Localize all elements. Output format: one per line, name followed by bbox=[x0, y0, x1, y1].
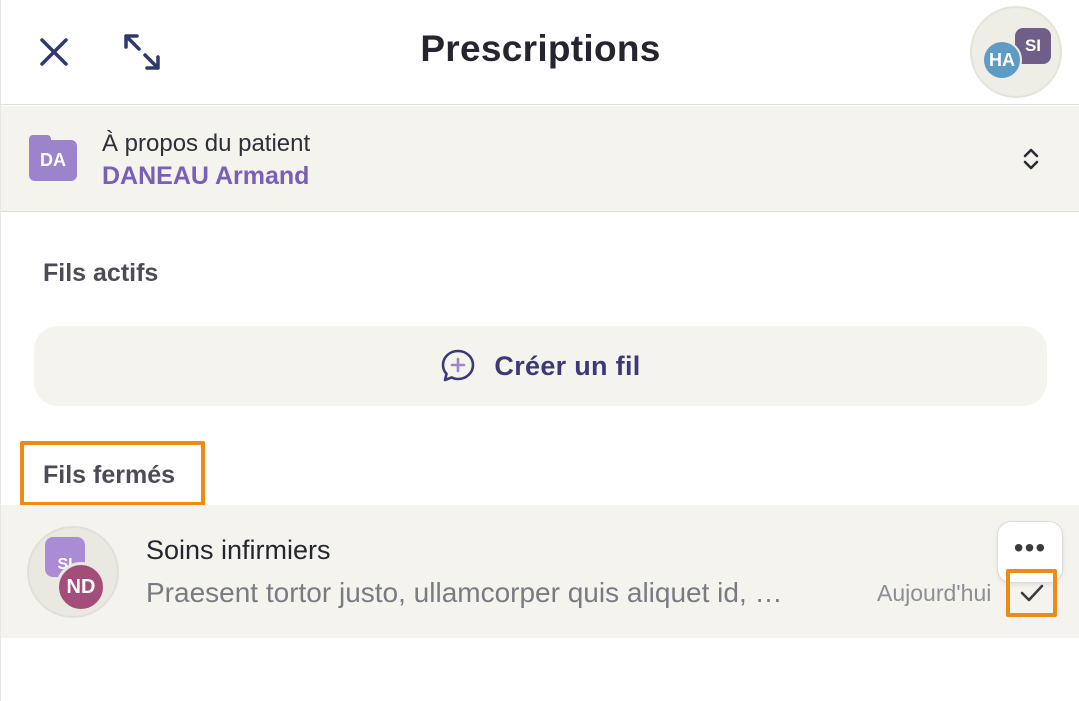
add-comment-icon bbox=[442, 349, 475, 382]
patient-caption: À propos du patient bbox=[102, 130, 311, 157]
thread-row[interactable] bbox=[1, 505, 1079, 638]
thread-title: Soins infirmiers bbox=[146, 535, 331, 565]
prescriptions-panel: Prescriptions SI HA DA À propos du patie… bbox=[0, 0, 1079, 701]
patient-name: DANEAU Armand bbox=[102, 162, 310, 190]
more-options-icon: ••• bbox=[1013, 532, 1047, 563]
thread-avatar-group: SI ND bbox=[27, 526, 119, 618]
create-thread-button[interactable]: Créer un fil bbox=[34, 326, 1047, 406]
active-threads-heading: Fils actifs bbox=[43, 259, 159, 287]
patient-folder-badge: DA bbox=[29, 135, 77, 181]
create-thread-label: Créer un fil bbox=[494, 350, 641, 381]
thread-preview: Praesent tortor justo, ullamcorper quis … bbox=[146, 577, 783, 608]
page-title: Prescriptions bbox=[420, 28, 661, 69]
checkmark-icon bbox=[1020, 584, 1043, 602]
chevron-up-down-icon[interactable] bbox=[1017, 145, 1045, 173]
panel-header: Prescriptions SI HA bbox=[1, 0, 1079, 105]
thread-closed-status bbox=[1006, 569, 1057, 617]
avatar-nd: ND bbox=[56, 562, 106, 612]
participants-avatar-group[interactable]: SI HA bbox=[970, 6, 1062, 98]
thread-date: Aujourd'hui bbox=[877, 580, 992, 606]
avatar-ha: HA bbox=[982, 40, 1022, 80]
highlight-box-closed-heading bbox=[20, 441, 205, 506]
patient-badge-initials: DA bbox=[29, 140, 77, 181]
patient-selector[interactable] bbox=[1, 106, 1079, 212]
